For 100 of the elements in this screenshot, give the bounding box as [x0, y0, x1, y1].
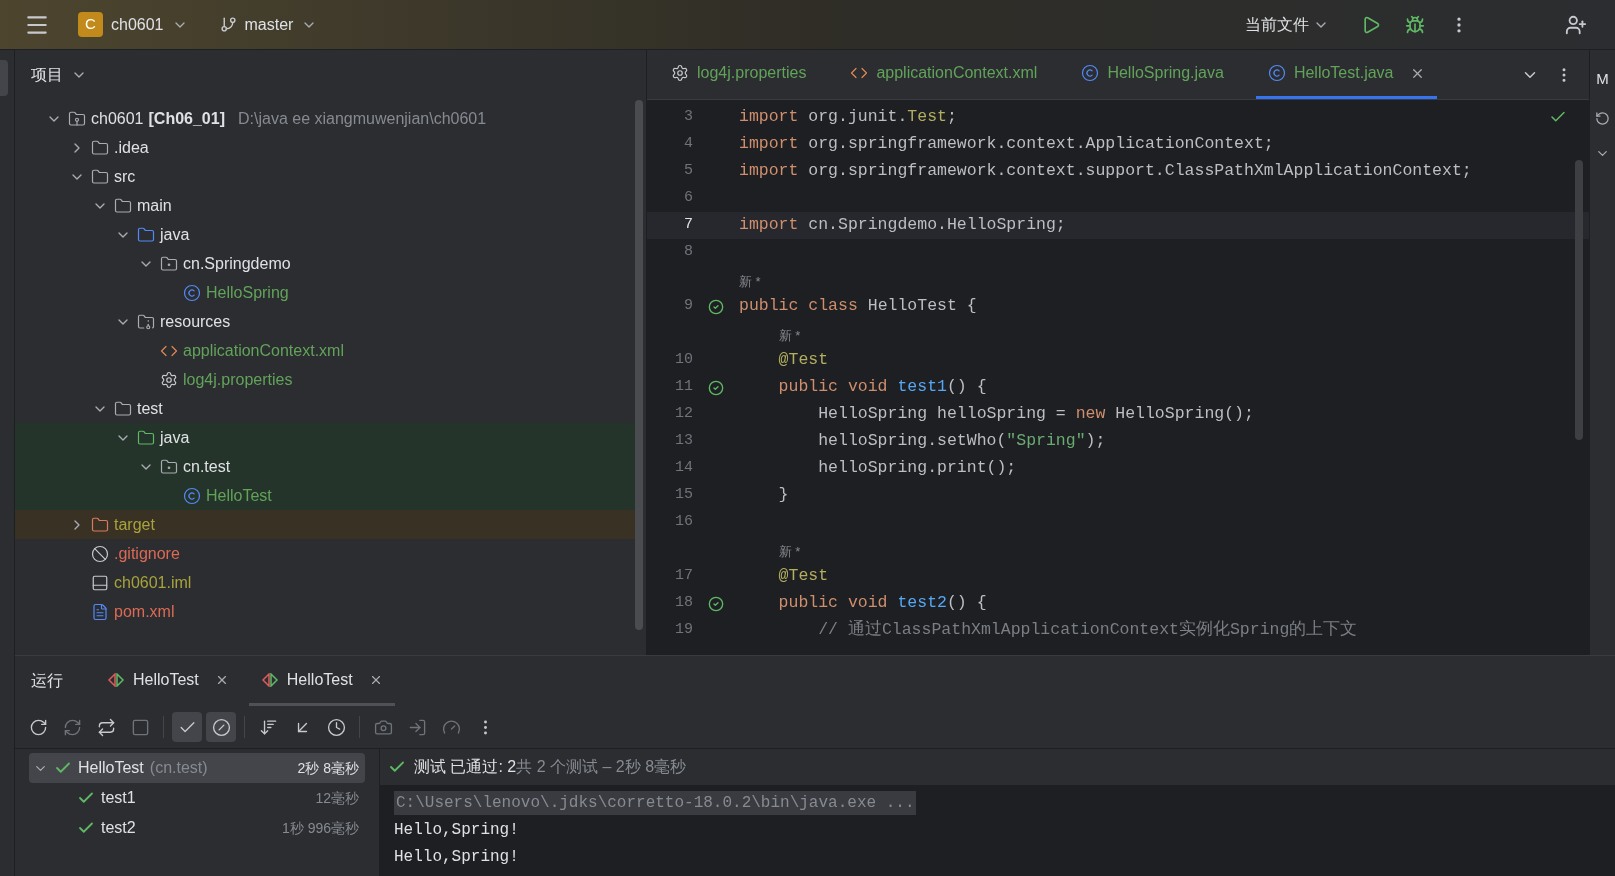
package-folder-icon — [160, 254, 178, 273]
maven-tool-button[interactable]: M — [1596, 68, 1609, 91]
run-tab[interactable]: HelloTest — [95, 656, 241, 706]
class-icon — [183, 283, 201, 302]
run-tab[interactable]: HelloTest — [248, 656, 395, 706]
line-number: 8 — [683, 242, 693, 263]
code-line: public class HelloTest { — [739, 295, 977, 318]
line-number: 15 — [674, 485, 693, 506]
tree-item[interactable]: pom.xml — [15, 597, 636, 626]
tree-item[interactable]: main — [15, 191, 636, 220]
tree-item[interactable]: target — [15, 510, 636, 539]
test-package: (cn.test) — [149, 758, 208, 778]
test-tree-item[interactable]: test2 1秒 996毫秒 — [29, 813, 365, 843]
tree-item[interactable]: log4j.properties — [15, 365, 636, 394]
tree-item[interactable]: java — [15, 220, 636, 249]
show-passed-icon[interactable] — [172, 712, 202, 742]
code-line: import cn.Springdemo.HelloSpring; — [739, 214, 1066, 237]
editor-tab[interactable]: log4j.properties — [659, 50, 819, 99]
item-name: HelloSpring — [206, 282, 289, 303]
settings-icon — [671, 64, 689, 82]
run-icon[interactable] — [1361, 14, 1381, 35]
test-run-icon — [107, 672, 125, 687]
line-number: 6 — [683, 188, 693, 209]
test-duration: 12毫秒 — [315, 788, 359, 808]
tree-item[interactable]: test — [15, 394, 636, 423]
line-number: 13 — [674, 431, 693, 452]
folder-icon — [91, 515, 109, 534]
run-gutter-icon[interactable] — [708, 595, 724, 612]
tree-item[interactable]: cn.test — [15, 452, 636, 481]
tree-item[interactable]: .idea — [15, 133, 636, 162]
line-number: 17 — [674, 566, 693, 587]
scrollbar[interactable] — [1575, 160, 1583, 440]
item-name: resources — [160, 311, 231, 332]
line-number: 5 — [683, 161, 693, 182]
test-duration: 2秒 8毫秒 — [297, 758, 359, 778]
project-selector[interactable]: C ch0601 — [78, 12, 188, 37]
test-tree-item[interactable]: test1 12毫秒 — [29, 783, 365, 813]
editor-tab[interactable]: HelloSpring.java — [1069, 50, 1236, 99]
tree-item[interactable]: resources — [15, 307, 636, 336]
code-line: // 通过ClassPathXmlApplicationContext实例化Spring的上下文 — [817, 619, 1358, 642]
item-name: java — [160, 427, 190, 448]
code-line: @Test — [777, 349, 829, 372]
tree-item[interactable]: .gitignore — [15, 539, 636, 568]
author-hint[interactable]: 新 * — [778, 541, 801, 561]
class-icon — [1081, 64, 1100, 82]
folder-icon — [137, 428, 155, 447]
scrollbar[interactable] — [635, 100, 643, 630]
test-tree-item[interactable]: HelloTest (cn.test) 2秒 8毫秒 — [29, 753, 365, 783]
folder-icon — [114, 399, 132, 418]
item-name: ch0601.iml — [114, 572, 192, 593]
line-number: 12 — [674, 404, 693, 425]
tree-item[interactable]: src — [15, 162, 636, 191]
run-gutter-icon[interactable] — [708, 298, 724, 315]
run-gutter-icon[interactable] — [708, 379, 724, 396]
console-output: Hello,Spring! — [394, 846, 519, 868]
project-badge: C — [78, 12, 103, 37]
line-number: 16 — [674, 512, 693, 533]
editor-tab[interactable]: applicationContext.xml — [838, 50, 1050, 99]
test-run-icon — [260, 672, 279, 687]
code-line: helloSpring.print(); — [817, 457, 1017, 480]
folder-icon — [137, 225, 155, 244]
tree-item[interactable]: ch0601.iml — [15, 568, 636, 597]
package-folder-icon — [160, 457, 178, 476]
line-number: 19 — [674, 620, 693, 641]
item-name: main — [137, 195, 172, 216]
item-name: .gitignore — [114, 543, 180, 564]
file-icon — [91, 602, 109, 621]
line-number: 9 — [683, 296, 693, 317]
tree-item[interactable]: ch0601 [Ch06_01] D:\java ee xiangmuwenjian\ch0601 — [15, 104, 636, 133]
author-hint[interactable]: 新 * — [778, 325, 801, 345]
item-name: cn.test — [183, 456, 231, 477]
tree-item[interactable]: HelloSpring — [15, 278, 636, 307]
ban-icon — [91, 544, 109, 563]
tree-item[interactable]: HelloTest — [15, 481, 636, 510]
line-number: 3 — [683, 107, 693, 128]
author-hint[interactable]: 新 * — [739, 271, 761, 291]
panel-title: 运行 — [31, 671, 63, 691]
refresh-icon[interactable] — [1595, 110, 1610, 126]
editor-tab[interactable]: HelloTest.java — [1255, 50, 1437, 99]
item-name: .idea — [114, 137, 149, 158]
branch-selector[interactable]: master — [219, 12, 318, 37]
debug-icon[interactable] — [1405, 14, 1425, 35]
test-name: test1 — [101, 788, 136, 808]
tree-item[interactable]: java — [15, 423, 636, 452]
code-line: import org.springframework.context.ApplicationContext; — [739, 133, 1274, 156]
panel-title[interactable]: 项目 — [31, 63, 63, 87]
item-name: pom.xml — [114, 601, 175, 622]
settings-icon — [160, 370, 178, 389]
item-name: ch0601 — [91, 108, 144, 129]
add-user-icon[interactable] — [1565, 13, 1587, 36]
test-name: test2 — [101, 818, 136, 838]
show-ignored-icon[interactable] — [206, 712, 236, 742]
code-line: HelloSpring helloSpring = new HelloSpring(); — [817, 403, 1254, 426]
tree-item[interactable]: applicationContext.xml — [15, 336, 636, 365]
item-name: log4j.properties — [183, 369, 293, 390]
line-number: 4 — [683, 134, 693, 155]
tree-item[interactable]: cn.Springdemo — [15, 249, 636, 278]
console-command: C:\Users\lenovo\.jdks\corretto-18.0.2\bin\java.exe ... — [394, 790, 917, 815]
run-config-selector[interactable]: 当前文件 — [1245, 12, 1329, 37]
test-duration: 1秒 996毫秒 — [281, 818, 359, 838]
